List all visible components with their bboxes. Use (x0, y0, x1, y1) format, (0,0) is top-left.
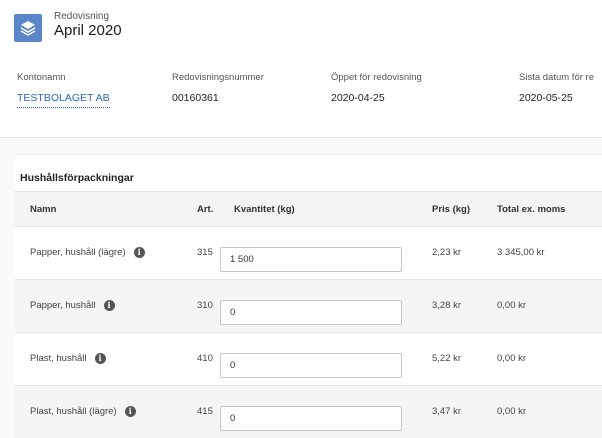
table-row: Plast, hushåll (lägre) i 415 3,47 kr 0,00… (15, 386, 602, 438)
row-total: 0,00 kr (497, 353, 527, 364)
row-art: 415 (197, 406, 213, 417)
row-art: 310 (197, 300, 213, 311)
column-header-total: Total ex. moms (497, 204, 566, 215)
row-name: Plast, hushåll (lägre) (30, 406, 117, 418)
info-icon[interactable]: i (124, 406, 136, 417)
row-price: 2,23 kr (432, 247, 462, 258)
row-total: 3 345,00 kr (497, 247, 545, 258)
quantity-input[interactable] (220, 247, 402, 272)
table-row: Plast, hushåll i 410 5,22 kr 0,00 kr (15, 333, 602, 386)
quantity-input[interactable] (220, 353, 402, 378)
layers-icon (14, 14, 42, 42)
account-name-link[interactable]: TESTBOLAGET AB (17, 92, 110, 108)
due-date-field: Sista datum för re 2020-05-25 (519, 72, 594, 104)
row-name: Papper, hushåll (30, 300, 96, 312)
page-subtitle: Redovisning (54, 11, 110, 22)
page-title: April 2020 (54, 22, 122, 39)
row-art: 410 (197, 353, 213, 364)
open-date-value: 2020-04-25 (331, 92, 385, 104)
section-title: Hushållsförpackningar (20, 172, 134, 184)
content-section: Hushållsförpackningar Namn Art. Kvantite… (0, 138, 602, 438)
column-header-art: Art. (197, 204, 214, 215)
row-price: 5,22 kr (432, 353, 462, 364)
report-number-label: Redovisningsnummer (172, 72, 264, 83)
page-header: Redovisning April 2020 Kontonamn TESTBOL… (0, 0, 602, 138)
info-icon[interactable]: i (133, 247, 145, 258)
row-total: 0,00 kr (497, 406, 527, 417)
column-header-price: Pris (kg) (432, 204, 471, 215)
row-price: 3,28 kr (432, 300, 462, 311)
packaging-table: Namn Art. Kvantitet (kg) Pris (kg) Total… (15, 191, 602, 438)
open-date-field: Öppet för redovisning 2020-04-25 (331, 72, 422, 104)
table-row: Papper, hushåll (lägre) i 315 2,23 kr 3 3… (15, 227, 602, 280)
row-name: Plast, hushåll (30, 353, 87, 365)
open-date-label: Öppet för redovisning (331, 72, 422, 83)
quantity-input[interactable] (220, 406, 402, 431)
row-art: 315 (197, 247, 213, 258)
account-name-field: Kontonamn TESTBOLAGET AB (17, 72, 110, 108)
info-icon[interactable]: i (94, 353, 106, 364)
row-name: Papper, hushåll (lägre) (30, 247, 126, 259)
table-header: Namn Art. Kvantitet (kg) Pris (kg) Total… (15, 191, 602, 227)
column-header-name: Namn (30, 204, 57, 215)
account-name-label: Kontonamn (17, 72, 66, 83)
row-total: 0,00 kr (497, 300, 527, 311)
column-header-quantity: Kvantitet (kg) (234, 204, 295, 215)
info-icon[interactable]: i (103, 300, 115, 311)
due-date-value: 2020-05-25 (519, 92, 573, 104)
table-row: Papper, hushåll i 310 3,28 kr 0,00 kr (15, 280, 602, 333)
quantity-input[interactable] (220, 300, 402, 325)
due-date-label: Sista datum för re (519, 72, 594, 83)
row-price: 3,47 kr (432, 406, 462, 417)
report-number-field: Redovisningsnummer 00160361 (172, 72, 264, 104)
report-number-value: 00160361 (172, 92, 219, 104)
